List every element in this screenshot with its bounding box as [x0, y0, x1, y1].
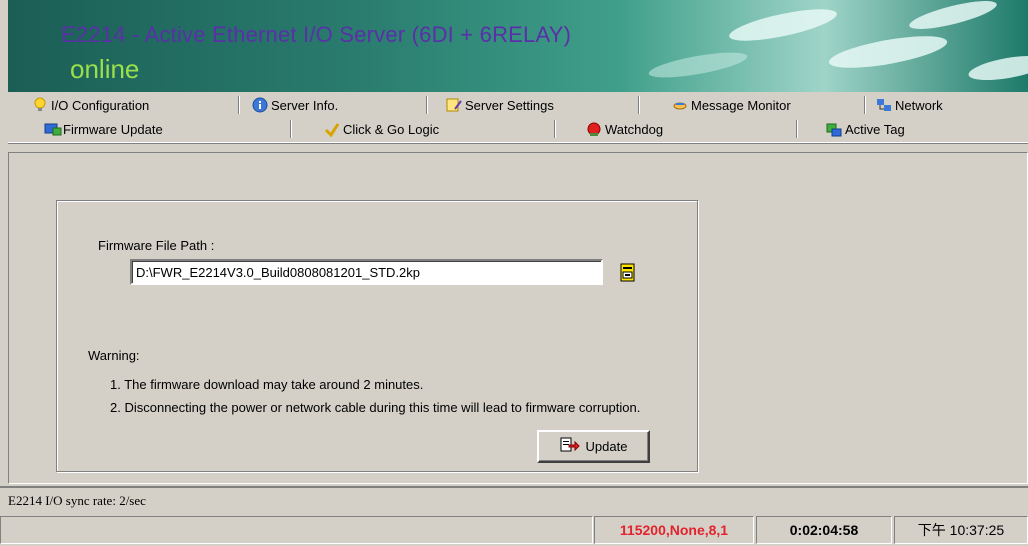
lightbulb-icon: [32, 97, 48, 113]
status-bar: 115200,None,8,1 0:02:04:58 下午 10:37:25: [0, 514, 1028, 546]
banner-swirl: [826, 29, 950, 75]
tab-label: Click & Go Logic: [343, 121, 440, 137]
tab-firmware-update[interactable]: Firmware Update: [44, 118, 292, 140]
warning-line-2: 2. Disconnecting the power or network ca…: [110, 400, 641, 415]
firmware-path-input[interactable]: [130, 259, 603, 285]
tag-icon: [826, 121, 842, 137]
banner-swirl: [647, 47, 749, 83]
tab-io-configuration[interactable]: I/O Configuration: [32, 94, 240, 116]
warning-line-1: 1. The firmware download may take around…: [110, 377, 424, 392]
info-icon: [252, 97, 268, 113]
banner-swirl: [966, 51, 1028, 85]
logic-icon: [324, 121, 340, 138]
tab-label: Network: [895, 97, 943, 113]
tab-strip: I/O Configuration Server Info. Server Se…: [8, 94, 1028, 148]
banner-swirl: [907, 0, 999, 35]
warning-title: Warning:: [88, 348, 140, 363]
tab-label: Server Settings: [465, 97, 554, 113]
status-cell-empty: [0, 516, 593, 544]
tab-label: Firmware Update: [63, 121, 163, 137]
serial-port-settings: 115200,None,8,1: [594, 516, 754, 544]
tab-row-2: Firmware Update Click & Go Logic Watchdo…: [8, 118, 1028, 140]
tab-active-tag[interactable]: Active Tag: [826, 118, 1026, 140]
tab-watchdog[interactable]: Watchdog: [586, 118, 798, 140]
tab-server-settings[interactable]: Server Settings: [446, 94, 640, 116]
update-button[interactable]: Update: [537, 430, 650, 463]
sync-rate-bar: E2214 I/O sync rate: 2/sec: [0, 486, 1028, 512]
tab-label: Server Info.: [271, 97, 339, 113]
tab-click-go-logic[interactable]: Click & Go Logic: [324, 118, 556, 140]
banner-swirl: [726, 2, 840, 48]
device-title: E2214 - Active Ethernet I/O Server (6DI …: [61, 22, 572, 47]
update-icon: [560, 437, 580, 456]
update-label: Update: [585, 439, 628, 454]
tab-label: Message Monitor: [691, 97, 791, 113]
watchdog-icon: [586, 121, 602, 137]
app-header-banner: E2214 - Active Ethernet I/O Server (6DI …: [8, 0, 1028, 92]
tab-server-info[interactable]: Server Info.: [252, 94, 428, 116]
settings-icon: [446, 97, 462, 113]
sync-rate-text: E2214 I/O sync rate: 2/sec: [8, 493, 146, 508]
tab-row-1: I/O Configuration Server Info. Server Se…: [8, 94, 1028, 116]
firmware-path-label: Firmware File Path :: [98, 238, 215, 253]
tab-label: I/O Configuration: [51, 97, 150, 113]
tab-label: Active Tag: [845, 121, 905, 137]
firmware-icon: [44, 121, 62, 137]
elapsed-time: 0:02:04:58: [756, 516, 892, 544]
tab-network[interactable]: Network: [876, 94, 1026, 116]
folder-icon: [620, 263, 635, 282]
message-icon: [672, 97, 688, 113]
browse-file-button[interactable]: [618, 262, 638, 282]
connection-status: online: [70, 54, 140, 84]
tab-message-monitor[interactable]: Message Monitor: [672, 94, 866, 116]
network-icon: [876, 97, 892, 113]
tab-divider: [8, 142, 1028, 144]
system-clock: 下午 10:37:25: [894, 516, 1028, 544]
tab-label: Watchdog: [605, 121, 664, 137]
